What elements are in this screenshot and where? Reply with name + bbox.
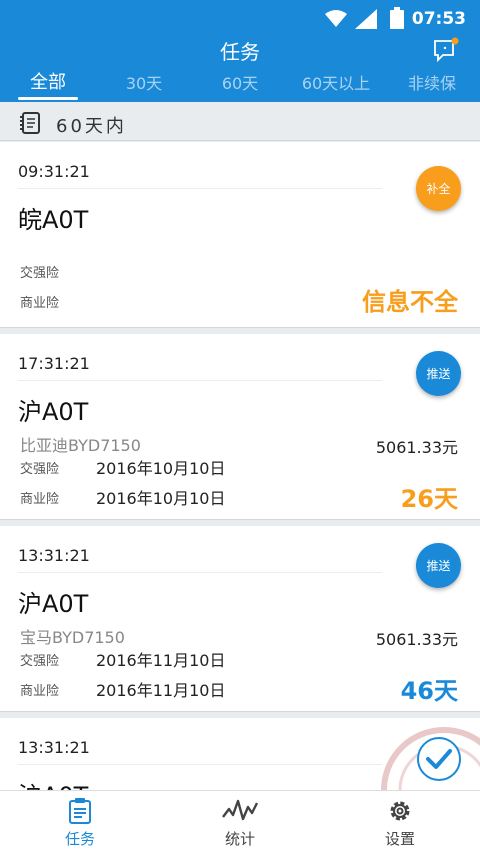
days-remaining: 46天: [400, 677, 458, 705]
divider: [18, 188, 382, 189]
chart-line-icon: [222, 799, 258, 821]
nav-statistics[interactable]: 统计: [160, 791, 320, 853]
section-label: 60天内: [56, 116, 127, 137]
divider: [18, 380, 382, 381]
status-bar: 07:53: [0, 0, 480, 36]
task-time: 13:31:21: [18, 546, 90, 565]
plate-number: 皖A0T: [18, 206, 89, 234]
task-card[interactable]: 13:31:21 沪A0T 宝马BYD7150 5061.33元 推送 交强险 …: [0, 526, 480, 712]
price: 5061.33元: [375, 630, 458, 649]
status-text: 信息不全: [362, 288, 458, 316]
tab-over-60-days[interactable]: 60天以上: [288, 66, 384, 102]
nav-tasks-label: 任务: [64, 830, 95, 848]
task-card[interactable]: 17:31:21 沪A0T 比亚迪BYD7150 5061.33元 推送 交强险…: [0, 334, 480, 520]
page-title: 任务: [220, 40, 260, 64]
divider: [18, 572, 382, 573]
plate-number: 沪A0T: [18, 590, 89, 618]
compulsory-insurance-label: 交强险: [20, 654, 60, 669]
task-time: 09:31:21: [18, 162, 90, 181]
battery-icon: [390, 7, 404, 29]
nav-settings-label: 设置: [384, 830, 415, 848]
tab-30-days[interactable]: 30天: [96, 66, 192, 102]
tab-non-renewal[interactable]: 非续保: [384, 66, 480, 102]
plate-number: 沪A0T: [18, 776, 88, 790]
task-time: 13:31:21: [18, 738, 90, 757]
nav-statistics-label: 统计: [224, 830, 255, 848]
tab-60-days[interactable]: 60天: [192, 66, 288, 102]
app-header: 07:53 任务 全部 30天 60天 60天以上 非续保: [0, 0, 480, 102]
commercial-insurance-label: 商业险: [20, 684, 60, 699]
document-icon: [20, 112, 40, 134]
car-model: 宝马BYD7150: [20, 628, 125, 647]
status-time: 07:53: [411, 9, 466, 29]
plate-number: 沪A0T: [18, 398, 89, 426]
check-icon: [417, 737, 461, 781]
compulsory-insurance-label: 交强险: [20, 462, 60, 477]
car-model: 比亚迪BYD7150: [20, 436, 141, 455]
price: 5061.33元: [375, 438, 458, 457]
commercial-insurance-label: 商业险: [20, 296, 60, 311]
nav-tasks[interactable]: 任务: [0, 791, 160, 853]
wifi-icon: [325, 10, 347, 27]
signal-icon: [355, 9, 377, 29]
section-header: 60天内: [0, 103, 480, 141]
push-button[interactable]: 推送: [416, 543, 461, 588]
divider: [18, 764, 382, 765]
message-icon[interactable]: [432, 36, 460, 64]
commercial-insurance-date: 2016年10月10日: [96, 489, 226, 508]
compulsory-insurance-date: 2016年10月10日: [96, 459, 226, 478]
clipboard-icon: [69, 798, 91, 824]
task-card[interactable]: 13:31:21 沪A0T: [0, 718, 480, 790]
task-card[interactable]: 09:31:21 皖A0T 补全 交强险 商业险 信息不全: [0, 142, 480, 328]
commercial-insurance-label: 商业险: [20, 492, 60, 507]
days-remaining: 26天: [400, 485, 458, 513]
push-button[interactable]: 推送: [416, 351, 461, 396]
compulsory-insurance-date: 2016年11月10日: [96, 651, 226, 670]
filter-tabs: 全部 30天 60天 60天以上 非续保: [0, 66, 480, 102]
bottom-nav: 任务 统计 设置: [0, 790, 480, 853]
task-time: 17:31:21: [18, 354, 90, 373]
commercial-insurance-date: 2016年11月10日: [96, 681, 226, 700]
complete-button[interactable]: 补全: [416, 166, 461, 211]
gear-icon: [390, 801, 410, 821]
tab-all[interactable]: 全部: [0, 66, 96, 102]
compulsory-insurance-label: 交强险: [20, 266, 60, 281]
nav-settings[interactable]: 设置: [320, 791, 480, 853]
